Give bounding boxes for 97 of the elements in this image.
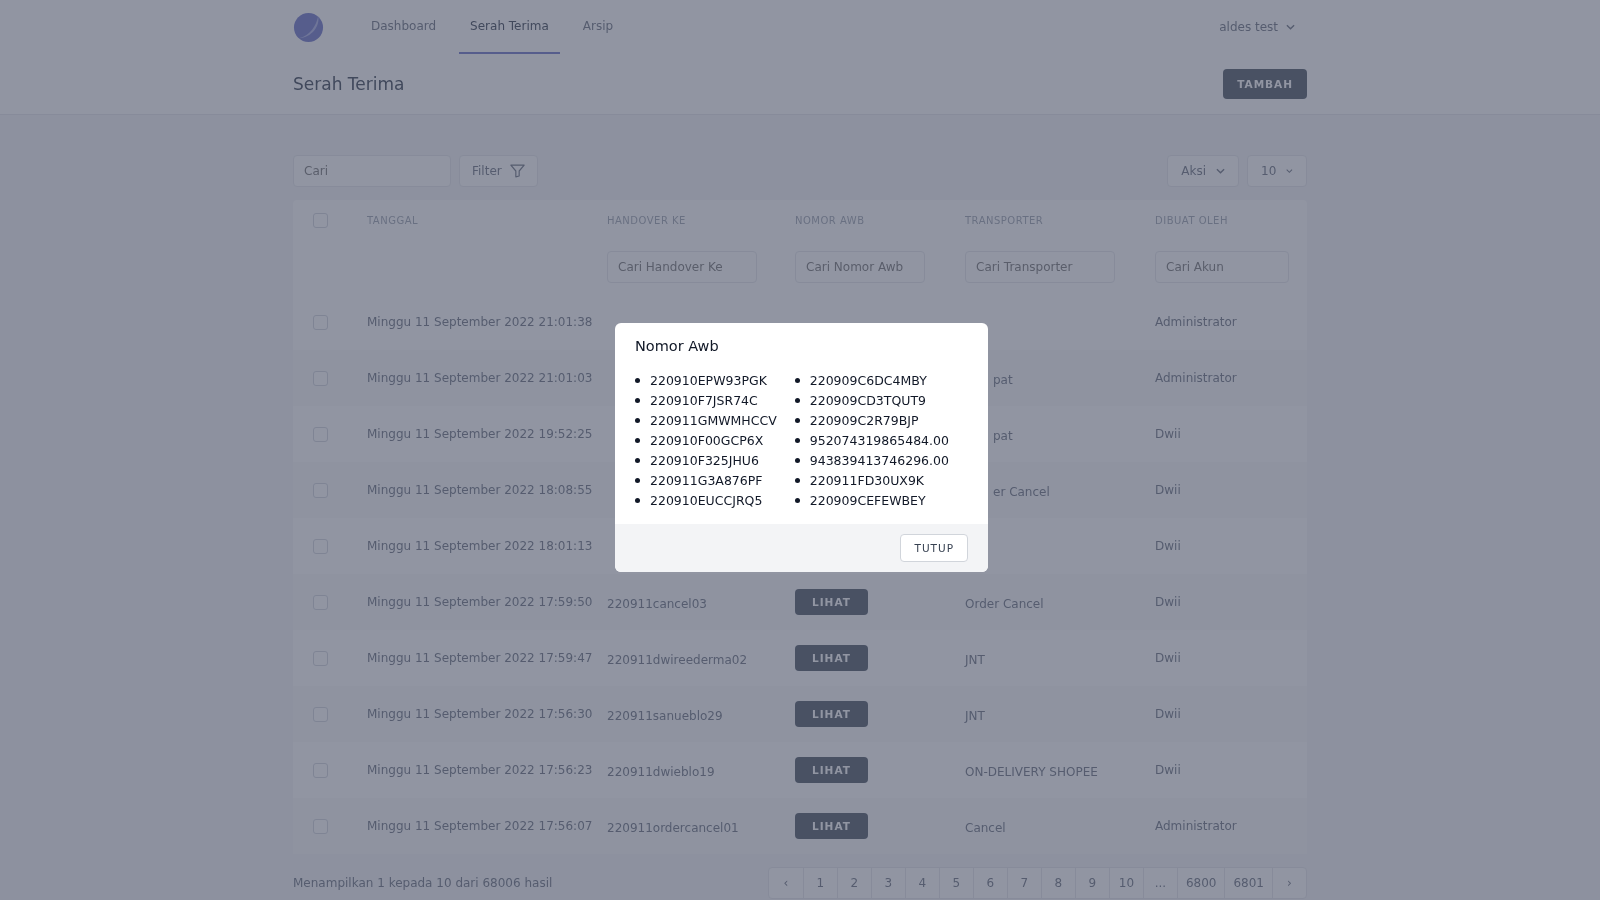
table-cell-text: Minggu 11 September 2022 17:59:47 <box>367 651 594 665</box>
list-item: 220909CD3TQUT9 <box>809 392 926 408</box>
bullet-icon <box>794 477 800 483</box>
page-button[interactable]: 9 <box>1074 868 1109 898</box>
table-cell-text: Minggu 11 September 2022 17:56:07 <box>367 819 594 833</box>
bullet-icon <box>635 417 640 423</box>
bullet-icon <box>635 457 640 463</box>
list-item: 220909CEFEWBEY <box>809 492 926 508</box>
table-cell: Order Cancel <box>965 596 1044 611</box>
table-cell-text: Minggu 11 September 2022 19:52:25 <box>367 427 594 441</box>
bullet-icon <box>794 437 800 443</box>
nav-tab[interactable]: Dashboard <box>360 0 448 54</box>
table-cell-text: Minggu 11 September 2022 18:08:55 <box>367 483 594 497</box>
table-cell-text: Dwii <box>1155 651 1182 665</box>
table-cell-text: Dwii <box>1155 483 1182 497</box>
table-cell-text: Minggu 11 September 2022 17:56:23 <box>367 763 594 777</box>
page-button[interactable]: 10 <box>1108 868 1143 898</box>
close-button[interactable]: TUTUP <box>900 534 968 562</box>
table-cell: Cancel <box>965 820 1006 835</box>
nav-tab[interactable]: Serah Terima <box>459 0 560 54</box>
filter-icon <box>509 164 525 178</box>
filter-button[interactable]: Filter <box>459 155 538 187</box>
page-button[interactable]: 7 <box>1006 868 1041 898</box>
table-cell-text: Minggu 11 September 2022 21:01:03 <box>367 371 594 385</box>
modal-title: Nomor Awb <box>634 337 720 354</box>
list-item: 220909C2R79BJP <box>809 412 919 428</box>
page-button[interactable]: 3 <box>870 868 905 898</box>
table-cell: pat <box>993 372 1013 387</box>
bullet-icon <box>635 437 640 443</box>
nav-tab[interactable]: Arsip <box>571 0 625 54</box>
table-cell-text: Dwii <box>1155 707 1182 721</box>
table-cell-text: Dwii <box>1155 539 1182 553</box>
list-item: 220909C6DC4MBY <box>809 372 927 388</box>
chevron-down-icon <box>1216 168 1225 174</box>
page-button[interactable]: 6 <box>972 868 1007 898</box>
table-cell-text: Dwii <box>1155 763 1182 777</box>
table-cell: er Cancel <box>993 484 1050 499</box>
table-cell-text: Minggu 11 September 2022 17:59:50 <box>367 595 594 609</box>
table-cell: ON-DELIVERY SHOPEE <box>965 764 1098 779</box>
list-item: 220911FD30UX9K <box>809 472 925 488</box>
page-button[interactable]: 8 <box>1040 868 1075 898</box>
table-cell: pat <box>993 428 1013 443</box>
bullet-icon <box>794 377 800 383</box>
view-button[interactable]: LIHAT <box>795 757 868 783</box>
page-title: Serah Terima <box>293 74 405 94</box>
table-cell-text: Administrator <box>1155 371 1238 385</box>
table-cell-text: Minggu 11 September 2022 17:56:30 <box>367 707 594 721</box>
table-cell-text: Dwii <box>1155 427 1182 441</box>
list-item: 220910F7JSR74C <box>650 392 758 408</box>
table-cell: 220911dwireederma02 <box>607 652 748 667</box>
bullet-icon <box>794 417 800 423</box>
view-button[interactable]: LIHAT <box>795 701 868 727</box>
table-cell-text: Dwii <box>1155 595 1182 609</box>
list-item: 220911GMWMHCCV <box>650 412 777 428</box>
bullet-icon <box>794 457 800 463</box>
list-item: 220910F325JHU6 <box>650 452 759 468</box>
action-dropdown[interactable]: Aksi <box>1167 155 1239 187</box>
view-button[interactable]: LIHAT <box>795 645 868 671</box>
logo-icon[interactable] <box>293 11 324 43</box>
chevron-down-icon <box>1286 24 1295 30</box>
table-cell: JNT <box>965 652 985 667</box>
table-cell: 220911sanueblo29 <box>607 708 723 723</box>
bullet-icon <box>794 497 800 503</box>
list-item: 220910EPW93PGK <box>650 372 767 388</box>
view-button[interactable]: LIHAT <box>795 813 868 839</box>
table-cell: JNT <box>965 708 985 723</box>
table-cell: 220911dwieblo19 <box>607 764 715 779</box>
page-size-select[interactable]: 10 <box>1247 155 1307 187</box>
previous-page-button[interactable]: ‹ <box>768 868 803 898</box>
page-button[interactable]: 1 <box>802 868 837 898</box>
table-cell-text: Administrator <box>1155 315 1238 329</box>
list-item: 220910F00GCP6X <box>650 432 764 448</box>
list-item: 220911G3A876PF <box>650 472 763 488</box>
next-page-button[interactable]: › <box>1272 868 1306 898</box>
page-button[interactable]: ... <box>1142 868 1177 898</box>
list-item: 943839413746296.00 <box>809 452 949 468</box>
table-cell: 220911cancel03 <box>607 596 707 611</box>
bullet-icon <box>635 397 640 403</box>
table-cell: 220911ordercancel01 <box>607 820 739 835</box>
view-button[interactable]: LIHAT <box>795 589 868 615</box>
user-menu[interactable]: aldes test <box>1207 20 1307 34</box>
bullet-icon <box>635 477 640 483</box>
page-button[interactable]: 2 <box>836 868 871 898</box>
chevron-down-icon <box>1286 168 1293 174</box>
page-button[interactable]: 5 <box>938 868 973 898</box>
list-item: 952074319865484.00 <box>809 432 949 448</box>
page-button[interactable]: 4 <box>904 868 939 898</box>
table-cell-text: Minggu 11 September 2022 18:01:13 <box>367 539 594 553</box>
table-cell-text: Minggu 11 September 2022 21:01:38 <box>367 315 594 329</box>
page-button[interactable]: 6801 <box>1224 868 1272 898</box>
bullet-icon <box>794 397 800 403</box>
list-item: 220910EUCCJRQ5 <box>650 492 763 508</box>
page-button[interactable]: 6800 <box>1176 868 1225 898</box>
bullet-icon <box>635 377 640 383</box>
add-button[interactable]: TAMBAH <box>1223 69 1307 99</box>
bullet-icon <box>635 497 640 503</box>
table-cell-text: Administrator <box>1155 819 1238 833</box>
